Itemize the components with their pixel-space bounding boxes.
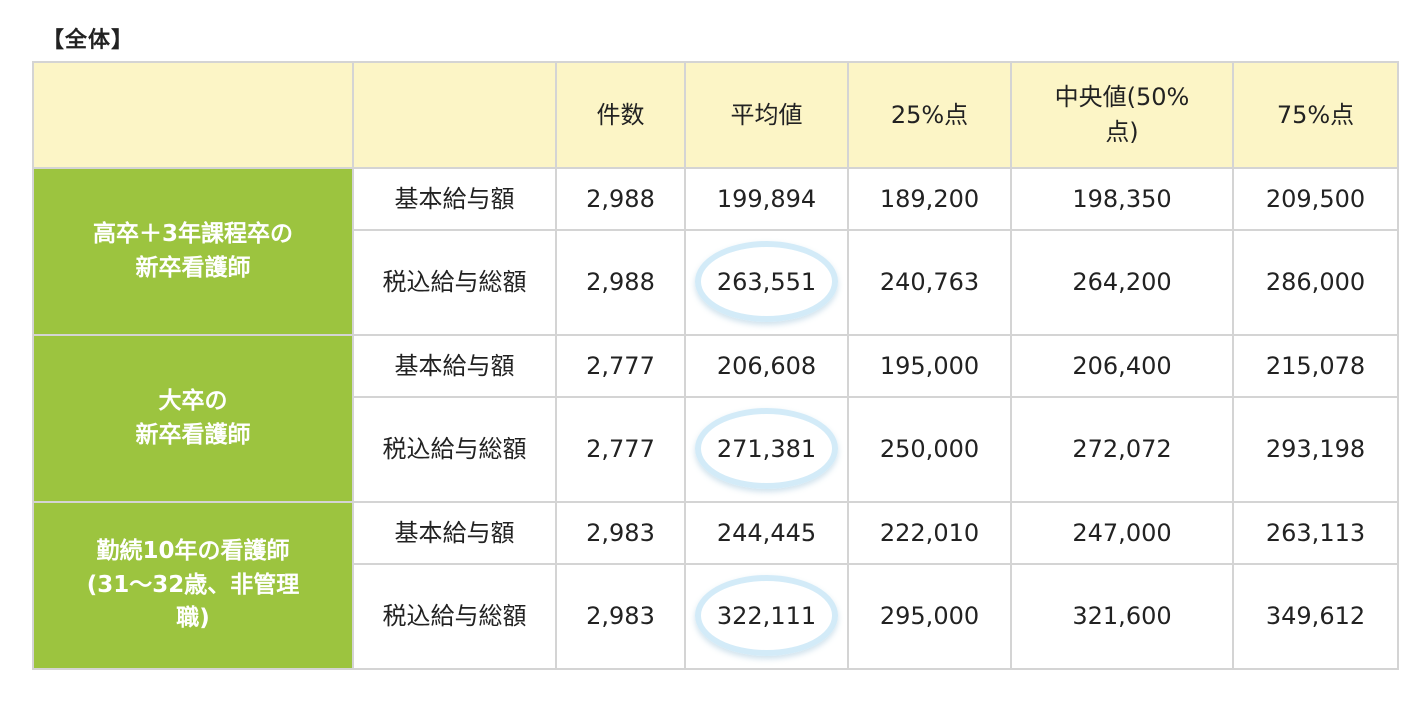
cell-p75: 293,198 <box>1232 396 1399 503</box>
cell-p75: 263,113 <box>1232 501 1399 565</box>
cell-p25: 195,000 <box>847 334 1012 398</box>
header-median-line1: 中央値(50% <box>1054 83 1190 112</box>
table-row: 勤続10年の看護師 (31～32歳、非管理 職) 基本給与額 2,983 244… <box>32 501 1399 670</box>
table-row: 高卒＋3年課程卒の 新卒看護師 基本給与額 2,988 199,894 189,… <box>32 167 1399 336</box>
header-median-line2: 点) <box>1105 118 1139 146</box>
cell-p25: 240,763 <box>847 229 1012 336</box>
cell-p75: 286,000 <box>1232 229 1399 336</box>
highlight-circle: 263,551 <box>694 241 839 322</box>
group-label-line: 勤続10年の看護師 <box>96 538 290 565</box>
cell-p25: 295,000 <box>847 563 1012 670</box>
cell-median: 198,350 <box>1010 167 1234 231</box>
header-corner-group <box>32 61 354 169</box>
row-item: 基本給与額 <box>352 501 557 565</box>
group-label-highschool-new-nurse: 高卒＋3年課程卒の 新卒看護師 <box>32 167 354 336</box>
cell-mean-value: 271,381 <box>716 435 817 464</box>
cell-count: 2,988 <box>555 229 686 336</box>
group-label-line: 高卒＋3年課程卒の <box>92 221 293 248</box>
cell-count: 2,777 <box>555 334 686 398</box>
row-item: 基本給与額 <box>352 167 557 231</box>
cell-p25: 222,010 <box>847 501 1012 565</box>
cell-count: 2,777 <box>555 396 686 503</box>
table-caption: 【全体】 <box>42 28 135 53</box>
cell-mean-highlighted: 263,551 <box>684 229 849 336</box>
row-item: 税込給与総額 <box>352 563 557 670</box>
cell-p75: 349,612 <box>1232 563 1399 670</box>
highlight-circle: 322,111 <box>694 575 839 656</box>
group-label-line: 新卒看護師 <box>135 421 251 448</box>
row-item: 税込給与総額 <box>352 396 557 503</box>
group-label-line: 新卒看護師 <box>135 254 251 281</box>
cell-mean-value: 322,111 <box>716 602 817 631</box>
header-p75: 75%点 <box>1232 61 1399 169</box>
highlight-circle: 271,381 <box>694 408 839 489</box>
cell-mean: 206,608 <box>684 334 849 398</box>
header-mean: 平均値 <box>684 61 849 169</box>
header-row: 件数 平均値 25%点 中央値(50% 点) 75%点 <box>32 61 1399 169</box>
header-p25: 25%点 <box>847 61 1012 169</box>
group-label-line: (31～32歳、非管理 <box>86 571 300 598</box>
cell-mean: 244,445 <box>684 501 849 565</box>
cell-median: 264,200 <box>1010 229 1234 336</box>
header-median: 中央値(50% 点) <box>1010 61 1234 169</box>
table-row: 大卒の 新卒看護師 基本給与額 2,777 206,608 195,000 20… <box>32 334 1399 503</box>
cell-median: 206,400 <box>1010 334 1234 398</box>
group-label-university-new-nurse: 大卒の 新卒看護師 <box>32 334 354 503</box>
cell-median: 272,072 <box>1010 396 1234 503</box>
row-item: 税込給与総額 <box>352 229 557 336</box>
group-label-10-year-nurse: 勤続10年の看護師 (31～32歳、非管理 職) <box>32 501 354 670</box>
row-item: 基本給与額 <box>352 334 557 398</box>
cell-p25: 250,000 <box>847 396 1012 503</box>
salary-table: 件数 平均値 25%点 中央値(50% 点) 75%点 高卒＋3年課程卒の 新卒… <box>32 61 1399 670</box>
header-corner-item <box>352 61 557 169</box>
cell-p25: 189,200 <box>847 167 1012 231</box>
cell-median: 247,000 <box>1010 501 1234 565</box>
cell-p75: 209,500 <box>1232 167 1399 231</box>
cell-mean: 199,894 <box>684 167 849 231</box>
cell-mean-value: 263,551 <box>716 268 817 297</box>
cell-p75: 215,078 <box>1232 334 1399 398</box>
cell-count: 2,983 <box>555 501 686 565</box>
cell-mean-highlighted: 271,381 <box>684 396 849 503</box>
cell-mean-highlighted: 322,111 <box>684 563 849 670</box>
group-label-line: 大卒の <box>158 388 228 415</box>
cell-count: 2,988 <box>555 167 686 231</box>
group-label-line: 職) <box>176 605 210 632</box>
cell-count: 2,983 <box>555 563 686 670</box>
cell-median: 321,600 <box>1010 563 1234 670</box>
header-count: 件数 <box>555 61 686 169</box>
